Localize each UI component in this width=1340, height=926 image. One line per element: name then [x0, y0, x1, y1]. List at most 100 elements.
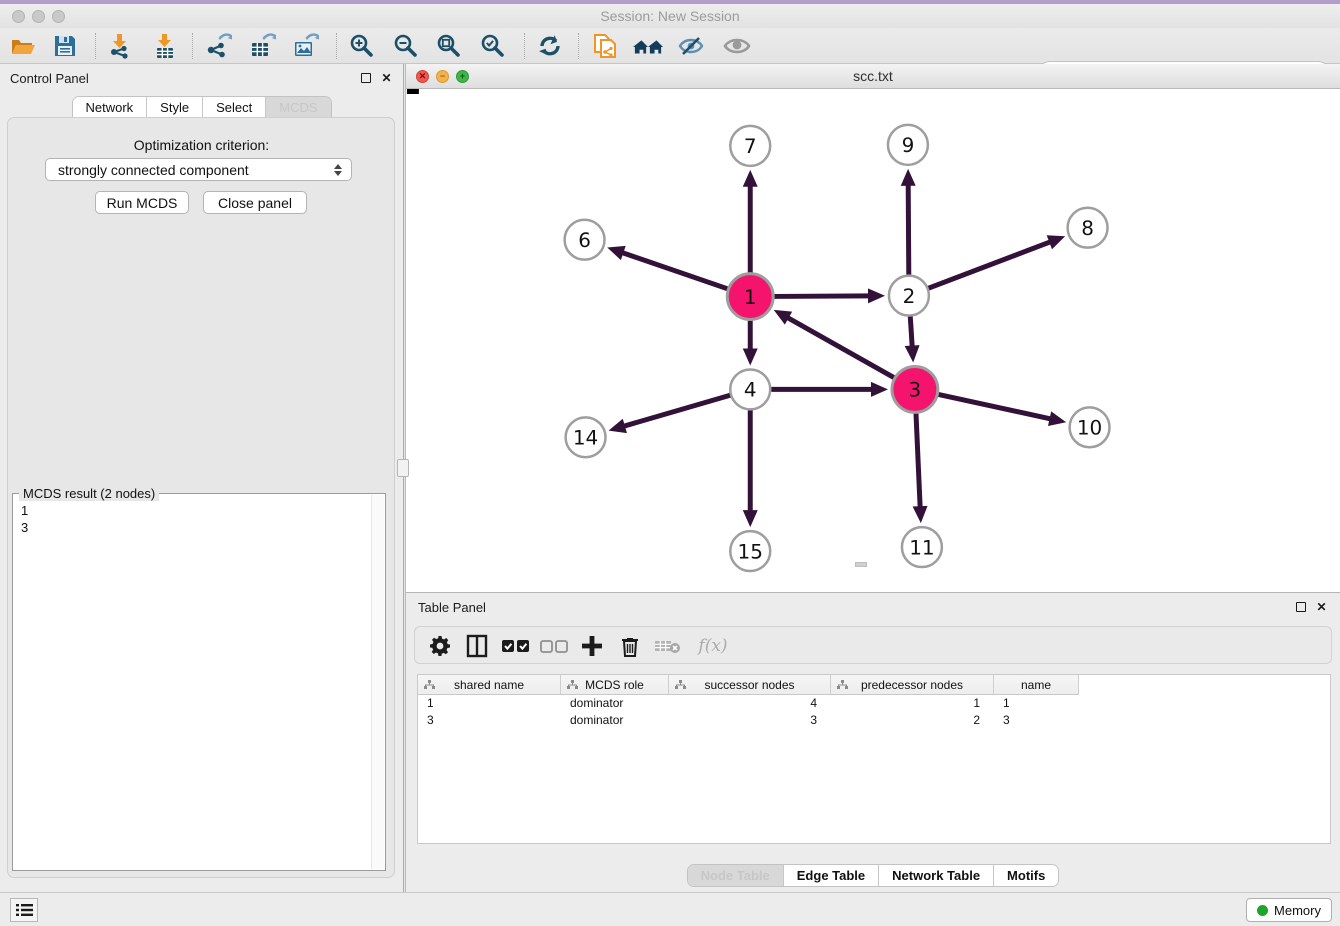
edge-1-6[interactable]: [620, 252, 727, 289]
home-view-icon[interactable]: [633, 32, 663, 60]
table-cell: 1: [418, 695, 561, 712]
table-row[interactable]: 3dominator323: [418, 712, 1330, 729]
graph-node-label: 2: [903, 284, 916, 308]
toolbar-separator: [95, 33, 96, 59]
table-cell: 3: [994, 712, 1079, 729]
open-folder-icon[interactable]: [8, 32, 38, 60]
add-icon[interactable]: [577, 632, 607, 660]
mcds-result-title: MCDS result (2 nodes): [19, 486, 159, 501]
table-cell: dominator: [561, 695, 669, 712]
delete-icon[interactable]: [615, 632, 645, 660]
import-network-icon[interactable]: [105, 32, 135, 60]
close-table-panel-icon[interactable]: ✕: [1315, 600, 1328, 613]
edge-arrowhead: [913, 506, 928, 523]
edge-arrowhead: [607, 246, 625, 260]
close-panel-button[interactable]: Close panel: [203, 191, 307, 214]
float-table-panel-icon[interactable]: [1294, 600, 1307, 613]
import-table-icon[interactable]: [150, 32, 180, 60]
graph-node-label: 11: [909, 535, 934, 559]
titlebar: Session: New Session: [0, 4, 1340, 28]
column-header-shared-name[interactable]: shared name: [418, 675, 561, 695]
edge-arrowhead: [901, 169, 916, 186]
main-toolbar: [0, 28, 1340, 64]
table-row[interactable]: 1dominator411: [418, 695, 1330, 712]
edge-3-1[interactable]: [786, 317, 894, 378]
edge-3-10[interactable]: [938, 394, 1052, 419]
column-header-successor-nodes[interactable]: successor nodes: [669, 675, 831, 695]
zoom-in-icon[interactable]: [347, 32, 377, 60]
float-panel-icon[interactable]: [359, 71, 372, 84]
edge-4-14[interactable]: [622, 395, 730, 426]
edge-arrowhead: [868, 288, 885, 303]
table-tabs: Node Table Edge Table Network Table Moti…: [406, 864, 1340, 887]
zoom-out-icon[interactable]: [391, 32, 421, 60]
application-window: Session: New Session: [0, 0, 1340, 926]
memory-label: Memory: [1274, 903, 1321, 918]
edge-arrowhead: [1047, 235, 1066, 249]
panel-divider-handle[interactable]: [397, 459, 409, 477]
edge-2-9[interactable]: [908, 183, 909, 275]
deselect-all-icon[interactable]: [539, 632, 569, 660]
table-cell: 1: [831, 695, 994, 712]
export-table-icon[interactable]: [247, 32, 277, 60]
export-network-icon[interactable]: [203, 32, 233, 60]
network-view-title: scc.txt: [406, 68, 1340, 84]
edge-arrowhead: [905, 345, 920, 362]
task-history-button[interactable]: [10, 898, 38, 922]
toolbar-separator: [192, 33, 193, 59]
tab-motifs[interactable]: Motifs: [994, 865, 1058, 886]
tab-network-table[interactable]: Network Table: [879, 865, 994, 886]
close-panel-icon[interactable]: ✕: [380, 71, 393, 84]
optimization-criterion-select[interactable]: strongly connected component: [45, 158, 352, 181]
select-all-icon[interactable]: [501, 632, 531, 660]
memory-button[interactable]: Memory: [1246, 898, 1332, 922]
edge-1-2[interactable]: [774, 296, 871, 297]
mcds-result-scrollbar[interactable]: [371, 495, 384, 869]
export-image-icon[interactable]: [290, 32, 320, 60]
tab-select[interactable]: Select: [203, 97, 266, 118]
graph-node-label: 6: [578, 228, 591, 252]
gear-icon[interactable]: [425, 632, 455, 660]
edge-3-11[interactable]: [916, 413, 920, 509]
hide-selected-icon[interactable]: [677, 32, 707, 60]
network-view-titlebar[interactable]: ✕ − + scc.txt: [406, 64, 1340, 89]
mcds-result-line: 3: [21, 519, 369, 536]
edge-2-8[interactable]: [929, 241, 1053, 288]
memory-status-icon: [1257, 905, 1268, 916]
table-rows: 1dominator4113dominator323: [418, 695, 1330, 729]
column-view-icon[interactable]: [462, 632, 492, 660]
edge-arrowhead: [743, 348, 758, 365]
save-icon[interactable]: [50, 32, 80, 60]
table-cell: 4: [669, 695, 831, 712]
network-canvas[interactable]: 1234678910111415: [406, 89, 1340, 593]
table-panel: Table Panel ✕: [406, 593, 1340, 892]
edge-2-3[interactable]: [910, 317, 912, 349]
tab-edge-table[interactable]: Edge Table: [784, 865, 879, 886]
column-header-label: successor nodes: [704, 678, 794, 692]
column-header-MCDS-role[interactable]: MCDS role: [561, 675, 669, 695]
show-all-icon[interactable]: [722, 32, 752, 60]
clone-network-icon[interactable]: [590, 32, 620, 60]
tab-style[interactable]: Style: [147, 97, 203, 118]
tab-network[interactable]: Network: [72, 97, 147, 118]
window-title: Session: New Session: [0, 8, 1340, 24]
run-mcds-button[interactable]: Run MCDS: [95, 191, 189, 214]
namespace-icon: [837, 680, 848, 690]
status-bar: Memory: [0, 892, 1340, 926]
function-builder-icon[interactable]: f(x): [691, 632, 735, 660]
node-table[interactable]: shared nameMCDS role successor nodes prede…: [417, 674, 1331, 844]
tab-node-table[interactable]: Node Table: [688, 865, 784, 886]
namespace-icon: [424, 680, 435, 690]
canvas-scroll-handle[interactable]: [855, 562, 867, 567]
column-header-predecessor-nodes[interactable]: predecessor nodes: [831, 675, 994, 695]
zoom-selected-icon[interactable]: [478, 32, 508, 60]
zoom-fit-icon[interactable]: [434, 32, 464, 60]
toolbar-separator: [578, 33, 579, 59]
column-header-name[interactable]: name: [994, 675, 1079, 695]
edge-arrowhead: [609, 419, 627, 433]
table-cell: 2: [831, 712, 994, 729]
refresh-icon[interactable]: [535, 32, 565, 60]
dropdown-stepper-icon: [331, 161, 345, 179]
delete-column-icon[interactable]: [653, 632, 683, 660]
tab-mcds[interactable]: MCDS: [266, 97, 330, 118]
